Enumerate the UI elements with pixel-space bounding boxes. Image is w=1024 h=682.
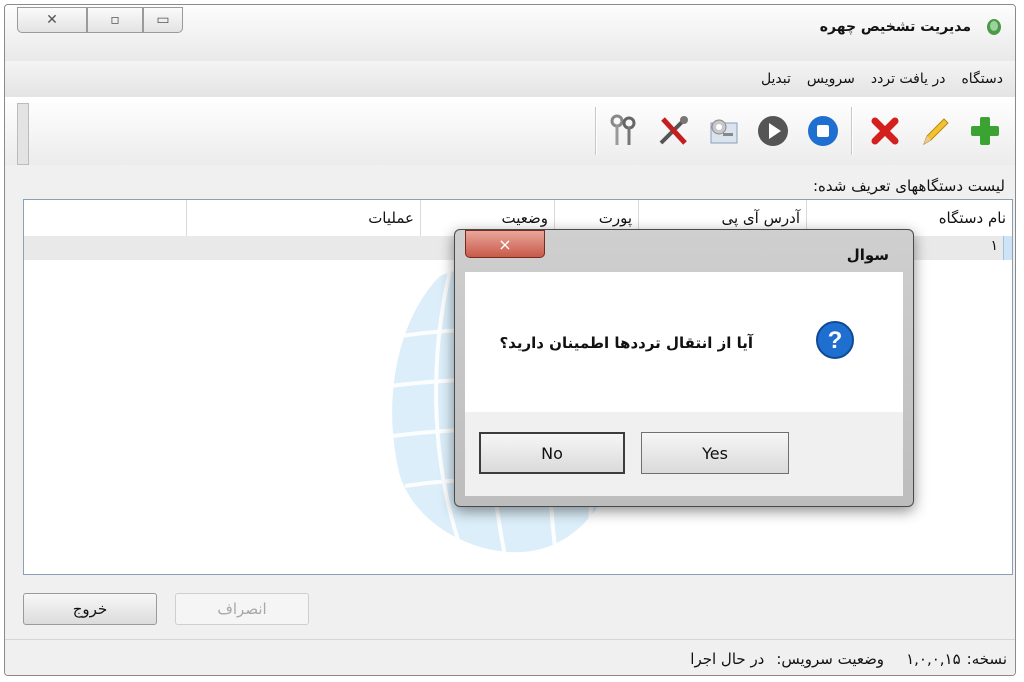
menu-receive-traffic[interactable]: در یافت تردد [871,71,946,87]
tools-icon [659,116,688,145]
toolbar-separator [851,107,853,155]
settings-button[interactable] [703,111,743,151]
dialog-message: آیا از انتقال ترددها اطمینان دارید؟ [499,334,753,352]
status-bar: نسخه: ۱,۰,۰,۱۵ وضعیت سرویس: در حال اجرا [5,639,1015,675]
caption-buttons: ✕ ▫ ▭ [17,7,183,33]
settings-icon [710,119,738,144]
confirm-dialog: × سوال ? آیا از انتقال ترددها اطمینان دا… [454,229,914,507]
row-selector[interactable] [1003,236,1012,260]
edit-icon [923,118,949,146]
column-operations[interactable]: عملیات [186,200,420,236]
column-empty [24,200,186,236]
edit-button[interactable] [915,111,955,151]
version-label: نسخه: [966,649,1007,668]
app-icon [987,19,1001,35]
delete-icon [871,117,899,145]
minimize-button[interactable]: ▭ [143,7,183,33]
play-button[interactable] [753,111,793,151]
keys-icon [610,114,636,145]
row-number: ۱ [990,238,998,254]
version-value: ۱,۰,۰,۱۵ [906,649,961,668]
dialog-footer: No Yes [465,412,903,496]
service-status-value: در حال اجرا [690,649,765,668]
menu-convert[interactable]: تبدیل [761,71,791,87]
question-icon: ? [816,321,854,359]
close-icon: ✕ [46,12,58,28]
menu-service[interactable]: سرویس [807,71,855,87]
cancel-button[interactable]: انصراف [175,593,309,625]
exit-button[interactable]: خروج [23,593,157,625]
delete-button[interactable] [865,111,905,151]
toolbar [5,97,1015,165]
device-list-label: لیست دستگاههای تعریف شده: [812,177,1005,195]
maximize-icon: ▫ [110,12,120,28]
menu-device[interactable]: دستگاه [961,71,1003,87]
window-title: مدیریت تشخیص چهره [819,19,971,35]
dialog-body: ? آیا از انتقال ترددها اطمینان دارید؟ [465,272,903,412]
service-status-label: وضعیت سرویس: [776,649,885,668]
keys-button[interactable] [603,111,643,151]
dialog-title: سوال [846,246,889,264]
yes-button[interactable]: Yes [641,432,789,474]
stop-button[interactable] [803,111,843,151]
dialog-close-button[interactable]: × [465,230,545,258]
minimize-icon: ▭ [156,12,170,28]
no-button[interactable]: No [479,432,625,474]
stop-icon [808,116,838,146]
add-icon [971,117,999,145]
maximize-button[interactable]: ▫ [87,7,143,33]
play-icon [758,116,788,146]
add-button[interactable] [965,111,1005,151]
toolbar-grip[interactable] [17,103,29,165]
tools-button[interactable] [653,111,693,151]
menu-bar: دستگاه در یافت تردد سرویس تبدیل [5,61,1015,97]
toolbar-separator [595,107,597,155]
title-bar: ✕ ▫ ▭ مدیریت تشخیص چهره [5,5,1015,61]
svg-text:?: ? [828,327,843,354]
close-button[interactable]: ✕ [17,7,87,33]
